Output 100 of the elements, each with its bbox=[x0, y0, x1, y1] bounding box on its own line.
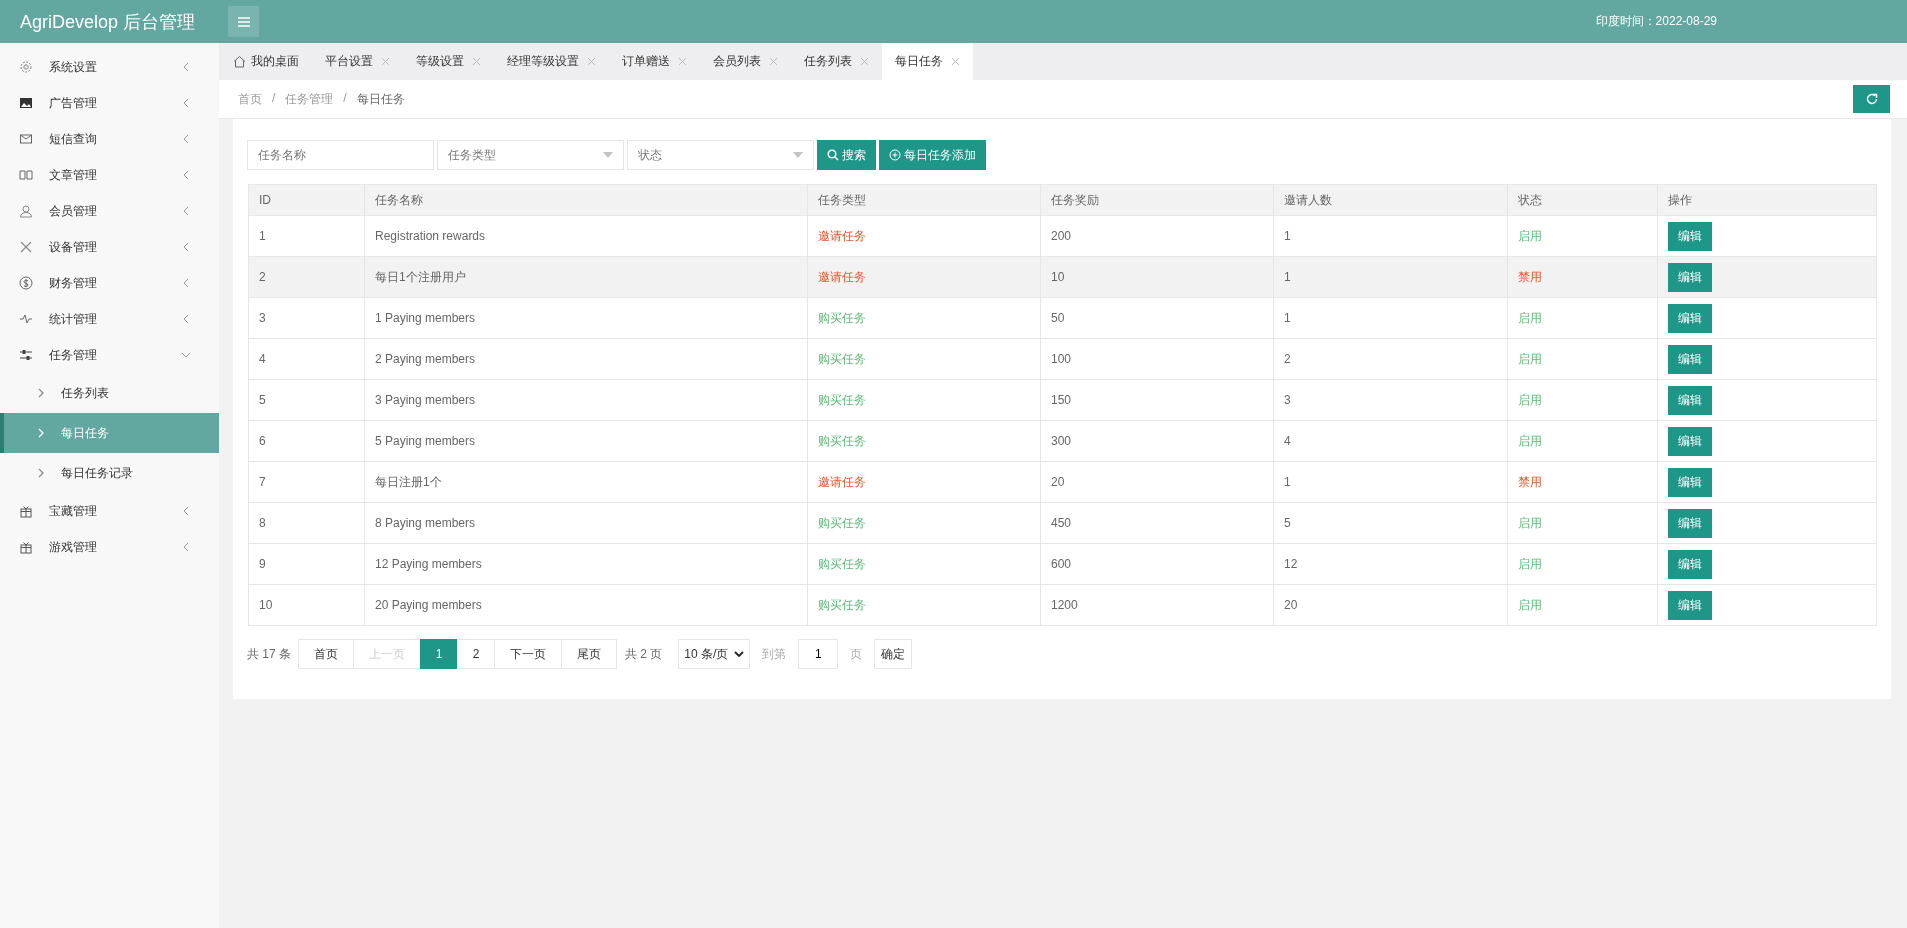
task-type-text: 购买任务 bbox=[807, 543, 1041, 585]
sidebar-subitem[interactable]: 任务列表 bbox=[0, 373, 219, 413]
caret-icon bbox=[734, 650, 745, 658]
table-cell: 8 bbox=[248, 502, 365, 544]
table-cell: 每日1个注册用户 bbox=[364, 256, 808, 298]
last-page-button[interactable]: 尾页 bbox=[561, 639, 617, 669]
edit-button[interactable]: 编辑 bbox=[1668, 549, 1712, 579]
edit-button[interactable]: 编辑 bbox=[1668, 467, 1712, 497]
tab[interactable]: 经理等级设置 bbox=[494, 43, 609, 80]
table-cell: 1200 bbox=[1040, 584, 1274, 626]
chevron-right-icon bbox=[37, 388, 45, 398]
task-type-text: 购买任务 bbox=[807, 584, 1041, 626]
caret-icon bbox=[793, 152, 803, 158]
page-input[interactable]: 1 bbox=[798, 639, 839, 669]
table-cell: 2 bbox=[248, 256, 365, 298]
task-type-text: 购买任务 bbox=[807, 502, 1041, 544]
table-cell: 1 bbox=[1273, 215, 1508, 257]
sidebar-item[interactable]: 文章管理 bbox=[0, 157, 219, 193]
page-button[interactable]: 2 bbox=[457, 639, 495, 669]
status-text: 启用 bbox=[1507, 543, 1658, 585]
task-type-text: 购买任务 bbox=[807, 420, 1041, 462]
edit-button[interactable]: 编辑 bbox=[1668, 590, 1712, 620]
table-cell: 9 bbox=[248, 543, 365, 585]
task-type-text: 邀请任务 bbox=[807, 461, 1041, 503]
table-cell: 10 bbox=[1040, 256, 1274, 298]
column-header: 任务名称 bbox=[364, 184, 808, 216]
table-cell: 4 bbox=[248, 338, 365, 380]
breadcrumb-link[interactable]: 每日任务 bbox=[356, 90, 405, 108]
status-text: 禁用 bbox=[1507, 256, 1658, 298]
status-text: 启用 bbox=[1507, 584, 1658, 626]
tab[interactable]: 会员列表 bbox=[700, 43, 791, 80]
edit-button[interactable]: 编辑 bbox=[1668, 303, 1712, 333]
table-cell: 20 Paying members bbox=[364, 584, 808, 626]
home-icon bbox=[233, 55, 246, 68]
close-icon[interactable] bbox=[860, 57, 869, 66]
tab[interactable]: 我的桌面 bbox=[219, 43, 312, 80]
confirm-button[interactable]: 确定 bbox=[874, 639, 913, 669]
tab[interactable]: 平台设置 bbox=[312, 43, 403, 80]
edit-button[interactable]: 编辑 bbox=[1668, 426, 1712, 456]
tab[interactable]: 任务列表 bbox=[791, 43, 882, 80]
pulse-icon bbox=[19, 312, 33, 326]
column-header: 任务类型 bbox=[807, 184, 1041, 216]
tools-icon bbox=[19, 240, 33, 254]
sidebar-item[interactable]: 短信查询 bbox=[0, 121, 219, 157]
sidebar-item[interactable]: 游戏管理 bbox=[0, 529, 219, 565]
table-cell: 6 bbox=[248, 420, 365, 462]
close-icon[interactable] bbox=[951, 57, 960, 66]
edit-button[interactable]: 编辑 bbox=[1668, 221, 1712, 251]
sidebar-subitem[interactable]: 每日任务记录 bbox=[0, 453, 219, 493]
first-page-button[interactable]: 首页 bbox=[298, 639, 354, 669]
tab[interactable]: 订单赠送 bbox=[609, 43, 700, 80]
status-text: 启用 bbox=[1507, 379, 1658, 421]
table-cell: 100 bbox=[1040, 338, 1274, 380]
sidebar-item[interactable]: 财务管理 bbox=[0, 265, 219, 301]
search-icon bbox=[827, 149, 839, 161]
sidebar-item[interactable]: 广告管理 bbox=[0, 85, 219, 121]
close-icon[interactable] bbox=[381, 57, 390, 66]
table-cell: 8 Paying members bbox=[364, 502, 808, 544]
image-icon bbox=[19, 96, 33, 110]
tab[interactable]: 等级设置 bbox=[403, 43, 494, 80]
table-cell: 1 bbox=[1273, 461, 1508, 503]
status-text: 启用 bbox=[1507, 297, 1658, 339]
tab[interactable]: 每日任务 bbox=[882, 43, 973, 80]
close-icon[interactable] bbox=[587, 57, 596, 66]
add-button[interactable]: 每日任务添加 bbox=[879, 140, 986, 170]
refresh-button[interactable] bbox=[1853, 85, 1890, 113]
edit-button[interactable]: 编辑 bbox=[1668, 262, 1712, 292]
sidebar-item[interactable]: 设备管理 bbox=[0, 229, 219, 265]
status-select[interactable]: 状态 bbox=[627, 140, 814, 170]
table-cell: 5 bbox=[1273, 502, 1508, 544]
refresh-icon bbox=[1864, 92, 1879, 106]
task-name-field[interactable]: 任务名称 bbox=[247, 140, 434, 170]
task-type-select[interactable]: 任务类型 bbox=[437, 140, 624, 170]
sidebar-item[interactable]: 会员管理 bbox=[0, 193, 219, 229]
close-icon[interactable] bbox=[678, 57, 687, 66]
sidebar-item[interactable]: 任务管理 bbox=[0, 337, 219, 373]
gear-icon bbox=[19, 60, 33, 74]
table-cell: 3 bbox=[248, 297, 365, 339]
table-cell: 600 bbox=[1040, 543, 1274, 585]
close-icon[interactable] bbox=[769, 57, 778, 66]
mail-icon bbox=[19, 132, 33, 146]
sidebar-item[interactable]: 统计管理 bbox=[0, 301, 219, 337]
sidebar-item[interactable]: 宝藏管理 bbox=[0, 493, 219, 529]
next-page-button[interactable]: 下一页 bbox=[494, 639, 562, 669]
sidebar-item[interactable]: 系统设置 bbox=[0, 49, 219, 85]
page-size-select[interactable]: 10 条/页 bbox=[678, 639, 751, 669]
breadcrumb-separator: / bbox=[272, 90, 276, 107]
edit-button[interactable]: 编辑 bbox=[1668, 385, 1712, 415]
page-button[interactable]: 1 bbox=[420, 639, 458, 669]
task-type-text: 购买任务 bbox=[807, 297, 1041, 339]
table-cell: 5 Paying members bbox=[364, 420, 808, 462]
close-icon[interactable] bbox=[472, 57, 481, 66]
table-cell: 2 Paying members bbox=[364, 338, 808, 380]
column-header: 邀请人数 bbox=[1273, 184, 1508, 216]
dollar-icon bbox=[19, 276, 33, 290]
table-cell: 1 bbox=[1273, 297, 1508, 339]
edit-button[interactable]: 编辑 bbox=[1668, 508, 1712, 538]
search-button[interactable]: 搜索 bbox=[817, 140, 876, 170]
edit-button[interactable]: 编辑 bbox=[1668, 344, 1712, 374]
menu-button[interactable] bbox=[228, 6, 259, 37]
